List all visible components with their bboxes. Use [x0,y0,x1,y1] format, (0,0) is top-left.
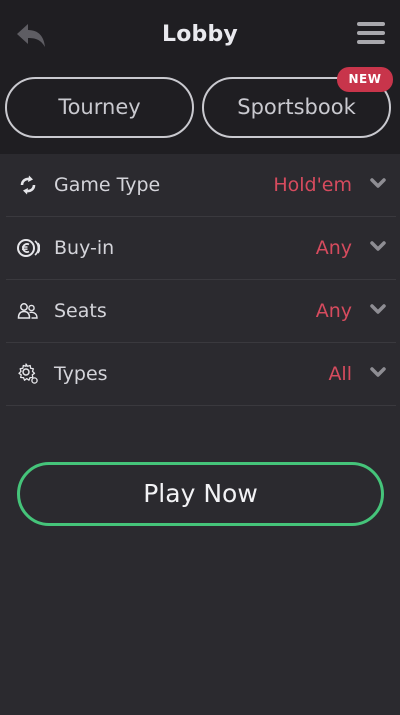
filter-label: Buy-in [54,237,115,259]
header-bar: Lobby [0,0,400,67]
filter-row-game-type[interactable]: Game Type Hold'em [6,154,396,217]
filter-row-seats[interactable]: Seats Any [6,280,396,343]
filter-value: Any [315,237,352,259]
filter-label: Game Type [54,174,161,196]
page-title: Lobby [162,22,238,47]
filter-value: Any [315,300,352,322]
filter-label: Types [54,363,108,385]
refresh-icon [20,175,36,195]
chevron-down-icon [370,178,386,188]
filter-row-buy-in[interactable]: Buy-in Any [6,217,396,280]
filter-label: Seats [54,300,107,322]
hamburger-menu-icon [357,22,385,44]
gear-icon [18,363,38,384]
filter-value: Hold'em [273,174,352,196]
filter-row-types[interactable]: Types All [6,343,396,406]
chevron-down-icon [370,367,386,377]
chevron-down-icon [370,241,386,251]
menu-button[interactable] [356,20,386,46]
lobby-screen: Lobby Tourney Sportsbook NEW Game Type H… [0,0,400,715]
play-now-button[interactable]: Play Now [17,462,384,526]
new-badge: NEW [337,67,393,92]
euro-chip-icon [17,239,40,257]
filter-value: All [328,363,352,385]
chevron-down-icon [370,304,386,314]
people-icon [17,303,38,319]
tab-tourney[interactable]: Tourney [5,77,194,138]
